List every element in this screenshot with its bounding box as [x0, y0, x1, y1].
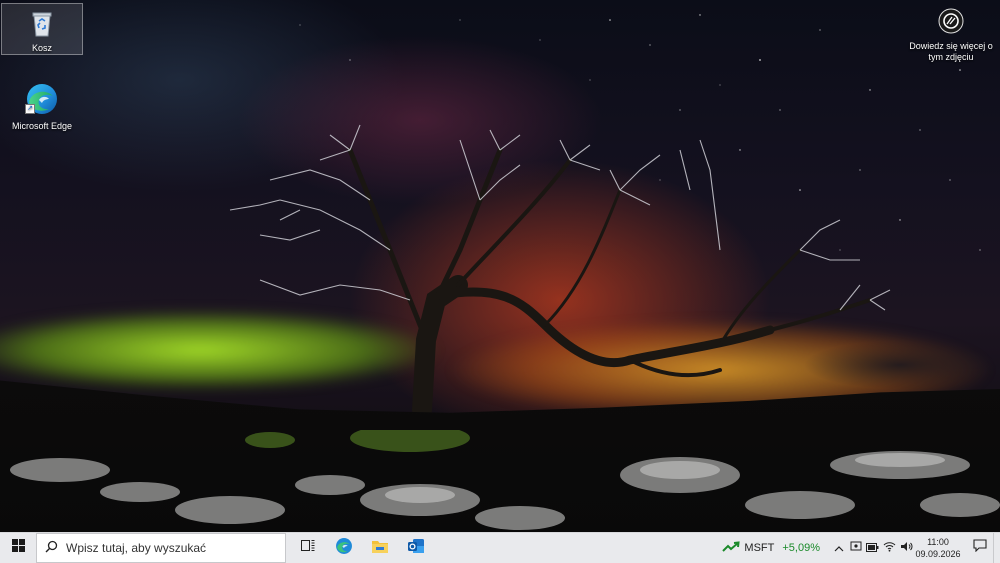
recycle-bin-icon	[2, 8, 82, 41]
volume-icon	[900, 539, 913, 557]
battery-button[interactable]	[864, 533, 881, 563]
learn-more-label: Dowiedz się więcej o tym zdjęciu	[909, 41, 993, 62]
outlook-icon	[407, 537, 425, 560]
volume-button[interactable]	[898, 533, 915, 563]
desktop-icon-recycle-bin[interactable]: Kosz	[1, 3, 83, 55]
stock-symbol: MSFT	[744, 542, 775, 554]
shortcut-arrow-icon: ↗	[25, 104, 35, 114]
windows-logo-icon	[11, 539, 25, 557]
stock-widget[interactable]: MSFT +5,09%	[722, 540, 820, 556]
stock-trend-icon	[722, 540, 741, 556]
battery-icon	[866, 539, 879, 557]
task-view-icon	[301, 539, 315, 557]
taskbar-app-file-explorer[interactable]	[362, 533, 398, 563]
task-view-button[interactable]	[290, 533, 326, 563]
notification-center-button[interactable]	[967, 533, 993, 563]
desktop-icon-microsoft-edge[interactable]: Microsoft Edge ↗	[2, 78, 82, 131]
edge-icon	[335, 537, 353, 560]
wifi-icon	[883, 539, 896, 557]
search-box[interactable]: Wpisz tutaj, aby wyszukać	[36, 533, 286, 563]
taskbar: Wpisz tutaj, aby wyszukać MSFT +5,09% 11…	[0, 532, 1000, 563]
taskbar-app-edge[interactable]	[326, 533, 362, 563]
file-explorer-icon	[371, 538, 389, 559]
learn-more-about-picture[interactable]: Dowiedz się więcej o tym zdjęciu	[905, 8, 997, 63]
chevron-up-icon	[834, 539, 844, 557]
edge-icon	[2, 82, 82, 119]
limestone-rocks	[10, 430, 1000, 530]
search-placeholder: Wpisz tutaj, aby wyszukać	[66, 541, 207, 555]
clock-date: 09.09.2026	[915, 549, 961, 559]
meet-now-button[interactable]	[847, 533, 864, 563]
clock[interactable]: 11:00 09.09.2026	[915, 536, 961, 560]
camera-icon	[905, 8, 997, 37]
stock-change: +5,09%	[782, 542, 820, 554]
desktop-wallpaper	[0, 0, 1000, 532]
show-hidden-icons-button[interactable]	[830, 533, 847, 563]
tree	[229, 124, 891, 420]
desktop-icon-label: Microsoft Edge	[11, 121, 73, 131]
notification-icon	[973, 539, 987, 557]
system-tray	[830, 533, 915, 563]
desktop-icon-label: Kosz	[31, 43, 52, 53]
network-button[interactable]	[881, 533, 898, 563]
search-icon	[45, 540, 58, 556]
clock-time: 11:00	[927, 537, 949, 547]
start-button[interactable]	[0, 533, 36, 563]
show-desktop-button[interactable]	[993, 533, 1000, 563]
meet-now-icon	[850, 539, 862, 557]
taskbar-app-outlook[interactable]	[398, 533, 434, 563]
